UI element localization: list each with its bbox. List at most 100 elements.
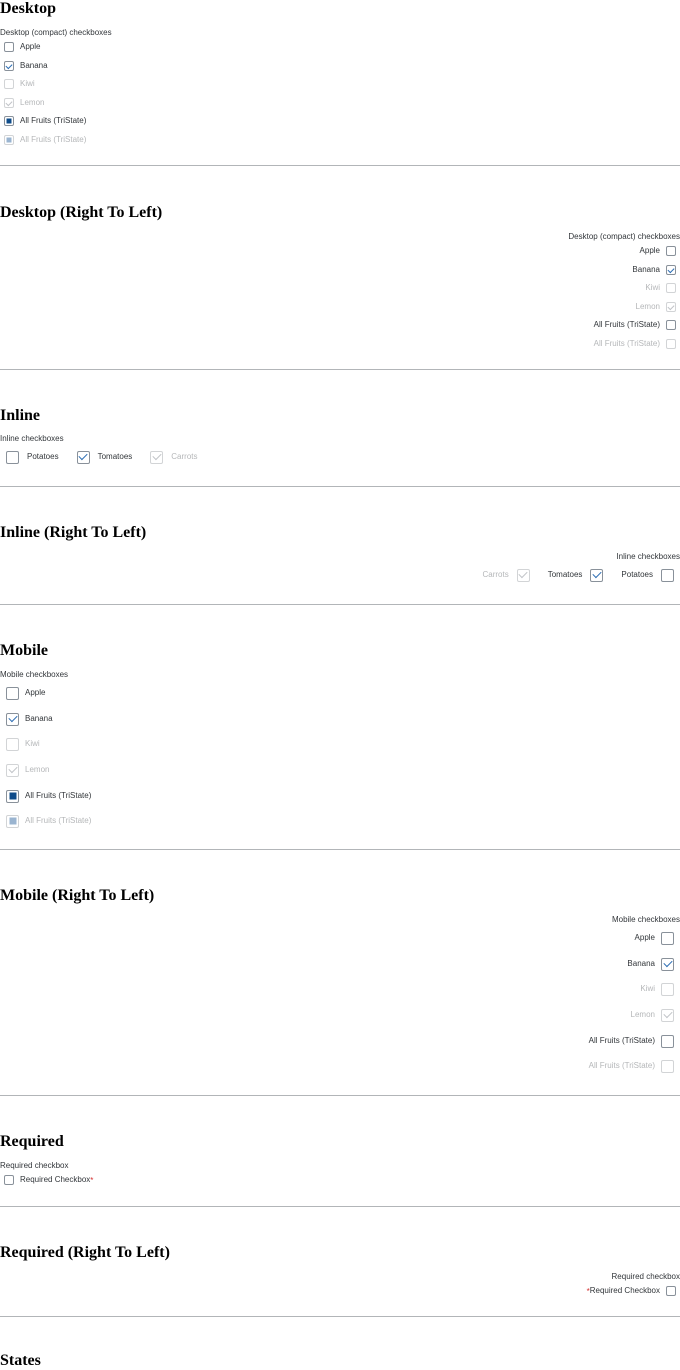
checkbox-icon bbox=[4, 135, 14, 145]
checkbox-row-mobile-apple[interactable]: Apple bbox=[0, 686, 45, 700]
section-title-mobile-rtl: Mobile (Right To Left) bbox=[0, 887, 154, 905]
checkbox-row-required-rtl[interactable]: Required Checkbox * bbox=[587, 1285, 680, 1297]
checkbox-icon[interactable] bbox=[6, 790, 19, 803]
checkbox-icon-potatoes[interactable] bbox=[6, 451, 19, 464]
checkbox-icon[interactable] bbox=[4, 116, 14, 126]
required-marker: * bbox=[90, 1176, 93, 1185]
checkbox-icon[interactable] bbox=[661, 1035, 674, 1048]
checkbox-label-tomatoes[interactable]: Tomatoes bbox=[548, 570, 583, 580]
checkbox-label: All Fruits (TriState) bbox=[20, 116, 86, 126]
checkbox-row-mobile-rtl-apple[interactable]: Apple bbox=[635, 931, 680, 945]
checkbox-row-required[interactable]: Required Checkbox * bbox=[0, 1174, 93, 1186]
checkbox-row-mobile-lemon: Lemon bbox=[0, 763, 49, 777]
checkbox-label: Apple bbox=[20, 42, 40, 52]
checkbox-label: Kiwi bbox=[20, 79, 35, 89]
group-caption-desktop: Desktop (compact) checkboxes bbox=[0, 28, 112, 38]
checkbox-label: All Fruits (TriState) bbox=[594, 339, 660, 349]
checkbox-icon[interactable] bbox=[666, 246, 676, 256]
checkbox-row-mobile-kiwi: Kiwi bbox=[0, 737, 40, 751]
checkbox-label-potatoes[interactable]: Potatoes bbox=[27, 452, 59, 462]
checkbox-row-desktop-tristate-disabled: All Fruits (TriState) bbox=[0, 134, 86, 146]
checkbox-label: Apple bbox=[640, 246, 660, 256]
checkbox-row-desktop-apple[interactable]: Apple bbox=[0, 41, 40, 53]
checkmark-icon bbox=[519, 569, 528, 578]
checkbox-icon[interactable] bbox=[4, 42, 14, 52]
checkbox-label: Lemon bbox=[636, 302, 660, 312]
checkbox-row-desktop-rtl-tristate-disabled: All Fruits (TriState) bbox=[594, 338, 680, 350]
checkbox-icon[interactable] bbox=[4, 1175, 14, 1185]
checkbox-icon-potatoes[interactable] bbox=[661, 569, 674, 582]
checkbox-label: Required Checkbox bbox=[590, 1286, 660, 1296]
checkbox-row-mobile-rtl-banana[interactable]: Banana bbox=[627, 957, 680, 971]
checkmark-icon bbox=[8, 713, 17, 722]
group-caption-mobile: Mobile checkboxes bbox=[0, 670, 68, 680]
group-caption-inline-rtl: Inline checkboxes bbox=[616, 552, 680, 562]
checkbox-label: All Fruits (TriState) bbox=[589, 1036, 655, 1046]
checkbox-icon[interactable] bbox=[4, 61, 14, 71]
checkbox-label: Required Checkbox bbox=[20, 1175, 90, 1185]
checkbox-label-carrots: Carrots bbox=[483, 570, 509, 580]
checkbox-row-mobile-banana[interactable]: Banana bbox=[0, 712, 53, 726]
checkbox-label: All Fruits (TriState) bbox=[25, 816, 91, 826]
checkbox-row-mobile-tristate[interactable]: All Fruits (TriState) bbox=[0, 789, 91, 803]
checkbox-row-desktop-kiwi: Kiwi bbox=[0, 78, 35, 90]
checkbox-row-desktop-lemon: Lemon bbox=[0, 97, 44, 109]
checkbox-label: Banana bbox=[632, 265, 660, 275]
checkbox-row-desktop-rtl-apple[interactable]: Apple bbox=[640, 245, 680, 257]
checkbox-icon-carrots bbox=[517, 569, 530, 582]
checkbox-icon[interactable] bbox=[6, 687, 19, 700]
section-title-required-rtl: Required (Right To Left) bbox=[0, 1244, 170, 1262]
section-title-inline: Inline bbox=[0, 407, 40, 425]
checkbox-label: All Fruits (TriState) bbox=[25, 791, 91, 801]
checkbox-label: Banana bbox=[20, 61, 48, 71]
checkbox-icon-tomatoes[interactable] bbox=[590, 569, 603, 582]
checkbox-icon-carrots bbox=[150, 451, 163, 464]
checkbox-row-desktop-rtl-lemon: Lemon bbox=[636, 301, 680, 313]
checkbox-icon-tomatoes[interactable] bbox=[77, 451, 90, 464]
checkbox-row-desktop-rtl-tristate[interactable]: All Fruits (TriState) bbox=[594, 319, 680, 331]
checkbox-icon bbox=[4, 98, 14, 108]
checkbox-icon[interactable] bbox=[661, 958, 674, 971]
checkbox-icon[interactable] bbox=[666, 320, 676, 330]
checkbox-label: Lemon bbox=[25, 765, 49, 775]
checkbox-label: Kiwi bbox=[640, 984, 655, 994]
checkbox-label: Kiwi bbox=[25, 739, 40, 749]
checkbox-icon[interactable] bbox=[6, 713, 19, 726]
group-caption-inline: Inline checkboxes bbox=[0, 434, 64, 444]
checkbox-icon bbox=[6, 815, 19, 828]
section-title-inline-rtl: Inline (Right To Left) bbox=[0, 524, 146, 542]
section-title-required: Required bbox=[0, 1133, 64, 1151]
checkbox-icon bbox=[666, 339, 676, 349]
checkbox-label: Lemon bbox=[631, 1010, 655, 1020]
checkbox-label-potatoes[interactable]: Potatoes bbox=[621, 570, 653, 580]
checkbox-row-desktop-rtl-banana[interactable]: Banana bbox=[632, 264, 680, 276]
tristate-icon bbox=[7, 138, 12, 143]
section-divider bbox=[0, 1206, 680, 1207]
checkbox-row-mobile-rtl-kiwi: Kiwi bbox=[640, 982, 680, 996]
checkbox-label: Lemon bbox=[20, 98, 44, 108]
checkbox-icon[interactable] bbox=[666, 1286, 676, 1296]
checkbox-label: Apple bbox=[25, 688, 45, 698]
tristate-icon bbox=[9, 818, 16, 825]
checkbox-label: All Fruits (TriState) bbox=[589, 1061, 655, 1071]
checkmark-icon bbox=[152, 451, 161, 460]
checkbox-icon bbox=[666, 283, 676, 293]
checkbox-row-desktop-rtl-kiwi: Kiwi bbox=[645, 282, 680, 294]
checkbox-row-mobile-rtl-tristate[interactable]: All Fruits (TriState) bbox=[589, 1034, 680, 1048]
checkbox-icon bbox=[666, 302, 676, 312]
section-divider bbox=[0, 849, 680, 850]
checkbox-label: Kiwi bbox=[645, 283, 660, 293]
checkbox-icon[interactable] bbox=[666, 265, 676, 275]
group-caption-required: Required checkbox bbox=[0, 1161, 68, 1171]
section-divider bbox=[0, 165, 680, 166]
section-divider bbox=[0, 486, 680, 487]
inline-checkbox-group-rtl: Potatoes Tomatoes Carrots bbox=[483, 569, 680, 581]
checkbox-label: Banana bbox=[25, 714, 53, 724]
checkbox-row-mobile-tristate-disabled: All Fruits (TriState) bbox=[0, 814, 91, 828]
group-caption-desktop-rtl: Desktop (compact) checkboxes bbox=[568, 232, 680, 242]
section-title-mobile: Mobile bbox=[0, 642, 48, 660]
checkbox-row-desktop-tristate[interactable]: All Fruits (TriState) bbox=[0, 115, 86, 127]
checkbox-label-tomatoes[interactable]: Tomatoes bbox=[98, 452, 133, 462]
checkbox-row-desktop-banana[interactable]: Banana bbox=[0, 60, 48, 72]
checkbox-icon[interactable] bbox=[661, 932, 674, 945]
